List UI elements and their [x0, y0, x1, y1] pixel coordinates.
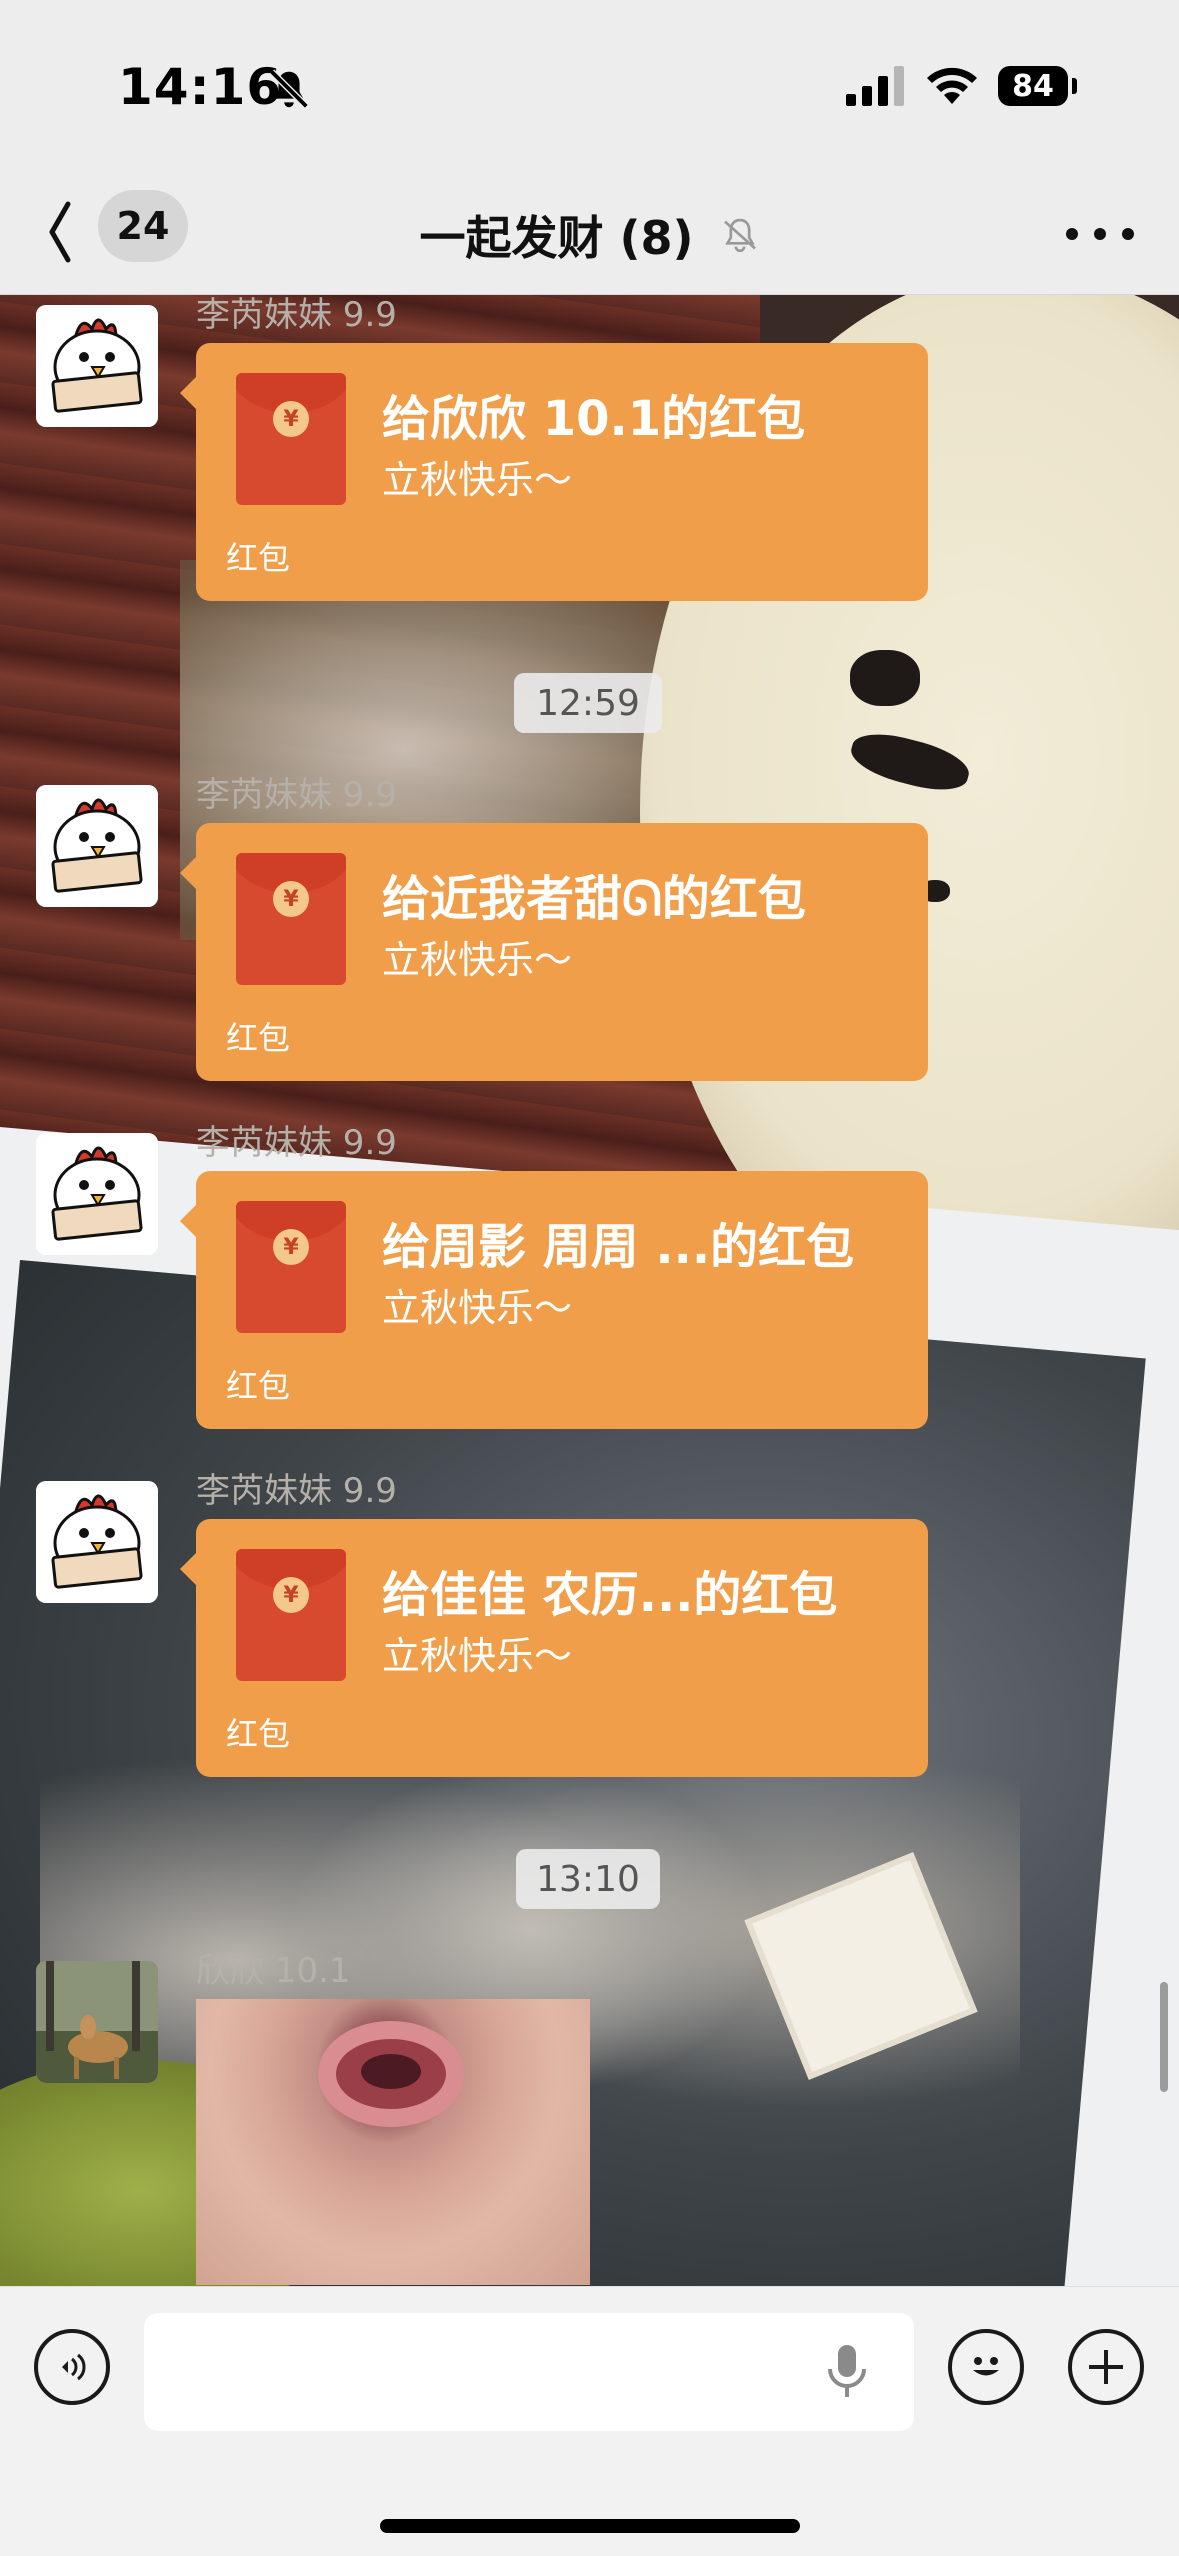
scroll-indicator[interactable] [1160, 1982, 1168, 2092]
more-dots-icon[interactable] [1060, 222, 1140, 246]
red-packet-title: 给周影 周周 ...的红包 [382, 1219, 855, 1275]
signal-icon [846, 66, 904, 106]
status-bar: 14:16 84 [0, 0, 1179, 170]
red-packet-icon: ¥ [236, 373, 346, 505]
red-packet-label: 红包 [226, 1715, 291, 1753]
red-packet-icon: ¥ [236, 853, 346, 985]
rooster-avatar-icon [36, 785, 158, 907]
red-packet-label: 红包 [226, 1019, 291, 1057]
sender-name: 李芮妹妹 9.9 [196, 1471, 397, 1511]
red-packet-title: 给佳佳 农历...的红包 [382, 1567, 838, 1623]
red-packet-subtitle: 立秋快乐～ [382, 458, 573, 502]
sender-name: 李芮妹妹 9.9 [196, 775, 397, 815]
red-packet-title: 给近我者甜ᘏ的红包 [382, 871, 806, 927]
add-button[interactable] [1068, 2329, 1144, 2405]
sender-name: 欣欣 10.1 [196, 1951, 351, 1991]
sender-avatar[interactable] [36, 1133, 158, 1255]
microphone-icon[interactable] [824, 2343, 870, 2401]
red-packet-message[interactable]: ¥ 给近我者甜ᘏ的红包 立秋快乐～ 红包 [180, 823, 928, 1081]
red-packet-title: 给欣欣 10.1的红包 [382, 391, 806, 447]
chat-title-text: 一起发财 (8) [419, 211, 694, 265]
message-list[interactable]: 李芮妹妹 9.9 ¥ 给欣欣 10.1的红包 立秋快乐～ 红包 12:59 李芮… [0, 295, 1179, 2285]
red-packet-subtitle: 立秋快乐～ [382, 938, 573, 982]
red-packet-message[interactable]: ¥ 给佳佳 农历...的红包 立秋快乐～ 红包 [180, 1519, 928, 1777]
sender-avatar[interactable] [36, 785, 158, 907]
rooster-avatar-icon [36, 1481, 158, 1603]
deer-avatar-icon [36, 1961, 158, 2083]
red-packet-label: 红包 [226, 1367, 291, 1405]
red-packet-icon: ¥ [236, 1549, 346, 1681]
red-packet-subtitle: 立秋快乐～ [382, 1286, 573, 1330]
sender-name: 李芮妹妹 9.9 [196, 295, 397, 335]
status-time: 14:16 [118, 58, 283, 116]
message-text-field[interactable] [164, 2313, 808, 2433]
chat-screen: 14:16 84 24 一起发财 (8) 李芮妹妹 9.9 ¥ 给欣欣 10.1… [0, 0, 1179, 2556]
emoji-button[interactable] [948, 2329, 1024, 2405]
rooster-avatar-icon [36, 305, 158, 427]
sender-avatar[interactable] [36, 1961, 158, 2083]
timestamp: 13:10 [516, 1849, 660, 1909]
voice-button[interactable] [34, 2329, 110, 2405]
chat-title[interactable]: 一起发财 (8) [0, 202, 1179, 268]
timestamp: 12:59 [514, 673, 662, 733]
emoji-icon [973, 2357, 999, 2376]
message-input[interactable] [144, 2313, 914, 2433]
chat-header: 24 一起发财 (8) [0, 170, 1179, 295]
sender-avatar[interactable] [36, 1481, 158, 1603]
sender-avatar[interactable] [36, 305, 158, 427]
bell-slash-icon [723, 218, 756, 253]
input-bar [0, 2286, 1179, 2556]
red-packet-message[interactable]: ¥ 给欣欣 10.1的红包 立秋快乐～ 红包 [180, 343, 928, 601]
battery-icon: 84 [998, 66, 1068, 106]
red-packet-label: 红包 [226, 539, 291, 577]
wifi-icon [927, 67, 977, 104]
red-packet-icon: ¥ [236, 1201, 346, 1333]
bell-slash-icon [269, 69, 309, 109]
battery-tip [1072, 78, 1077, 94]
rooster-avatar-icon [36, 1133, 158, 1255]
image-message[interactable] [196, 1999, 590, 2285]
red-packet-subtitle: 立秋快乐～ [382, 1634, 573, 1678]
voice-icon [62, 2353, 86, 2381]
home-indicator[interactable] [380, 2519, 800, 2533]
red-packet-message[interactable]: ¥ 给周影 周周 ...的红包 立秋快乐～ 红包 [180, 1171, 928, 1429]
add-icon [1089, 2350, 1123, 2384]
sender-name: 李芮妹妹 9.9 [196, 1123, 397, 1163]
